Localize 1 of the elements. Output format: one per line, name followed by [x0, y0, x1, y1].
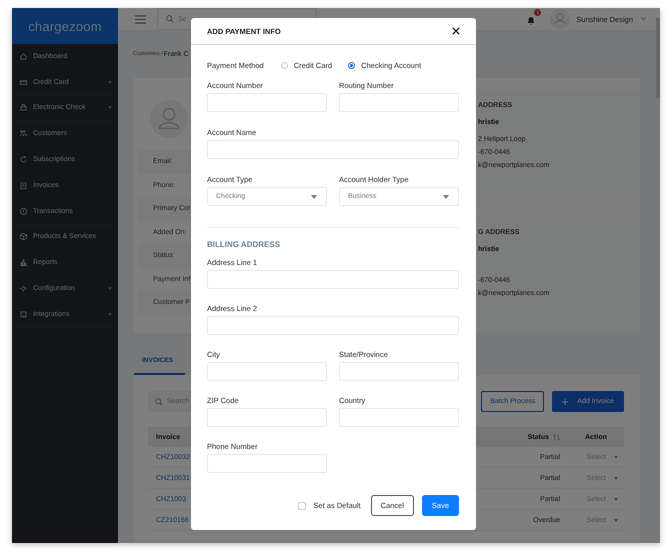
section-heading: BILLING ADDRESS: [207, 240, 282, 249]
